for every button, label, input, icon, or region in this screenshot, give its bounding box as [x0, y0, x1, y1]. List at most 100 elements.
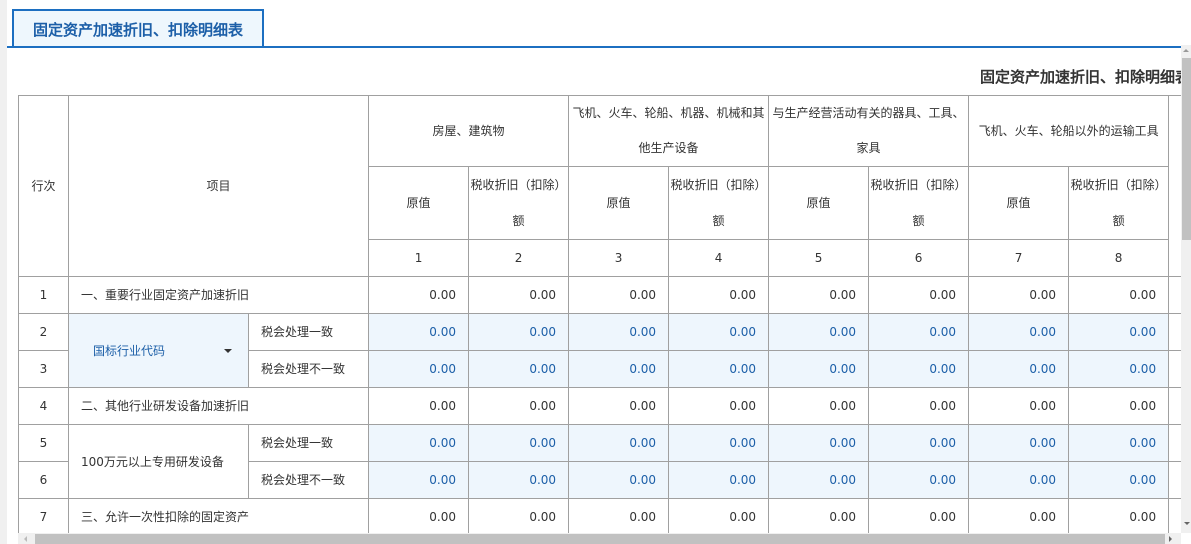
value-cell: 0.00	[468, 276, 570, 314]
value-cell: 0.00	[868, 276, 970, 314]
row-number: 4	[18, 387, 69, 425]
tab-fixed-asset-depreciation[interactable]: 固定资产加速折旧、扣除明细表	[12, 9, 264, 48]
row-number: 6	[18, 461, 69, 499]
value-input[interactable]: 0.00	[768, 350, 870, 388]
value-input[interactable]: 0.00	[868, 350, 970, 388]
scroll-down-arrow-icon[interactable]	[1184, 522, 1190, 525]
value-input[interactable]: 0.00	[668, 313, 770, 351]
header-item: 项目	[67, 95, 370, 277]
extra-cell	[1168, 387, 1181, 425]
value-cell: 0.00	[568, 276, 670, 314]
vertical-scroll-thumb[interactable]	[1182, 58, 1191, 240]
header-col-number: 1	[368, 239, 470, 277]
table-row: 1 一、重要行业固定资产加速折旧 0.00 0.00 0.00 0.00 0.00 0.00 0…	[18, 276, 1181, 314]
group-label: 100万元以上专用研发设备	[81, 454, 224, 469]
header-tax-depreciation: 税收折旧（扣除）额	[468, 166, 570, 240]
horizontal-scroll-thumb[interactable]	[35, 534, 1165, 544]
header-col-number: 3	[568, 239, 670, 277]
extra-cell	[1168, 313, 1181, 351]
value-input[interactable]: 0.00	[768, 424, 870, 462]
value-input[interactable]: 0.00	[768, 461, 870, 499]
header-group: 与生产经营活动有关的器具、工具、家具	[768, 95, 970, 167]
table-row: 5 100万元以上专用研发设备 税会处理一致 0.00 0.00 0.00 0.00 0.00…	[18, 424, 1181, 499]
value-cell: 0.00	[668, 276, 770, 314]
row-label: 二、其他行业研发设备加速折旧	[67, 387, 370, 425]
header-col-number: 6	[868, 239, 970, 277]
value-cell: 0.00	[668, 498, 770, 533]
header-col-number: 7	[968, 239, 1070, 277]
value-input[interactable]: 0.00	[668, 461, 770, 499]
extra-cell	[1168, 424, 1181, 462]
value-input[interactable]: 0.00	[368, 461, 470, 499]
value-input[interactable]: 0.00	[1068, 350, 1170, 388]
industry-code-dropdown[interactable]: 国标行业代码	[68, 313, 249, 388]
value-input[interactable]: 0.00	[668, 424, 770, 462]
table-title: 固定资产加速折旧、扣除明细表	[980, 68, 1181, 86]
value-cell: 0.00	[1068, 276, 1170, 314]
header-col-number: 2	[468, 239, 570, 277]
value-cell: 0.00	[368, 387, 470, 425]
scroll-up-arrow-icon[interactable]	[1183, 49, 1189, 52]
value-cell: 0.00	[368, 498, 470, 533]
value-input[interactable]: 0.00	[968, 424, 1070, 462]
header-tax-depreciation: 税收折旧（扣除）额	[868, 166, 970, 240]
value-cell: 0.00	[768, 276, 870, 314]
value-input[interactable]: 0.00	[1068, 424, 1170, 462]
value-input[interactable]: 0.00	[468, 461, 570, 499]
value-cell: 0.00	[668, 387, 770, 425]
value-input[interactable]: 0.00	[1068, 461, 1170, 499]
value-input[interactable]: 0.00	[468, 424, 570, 462]
table-row: 2 国标行业代码 税会处理一致 0.00 0.00 0.00 0.00 0.00 0.00 0.0…	[18, 313, 1181, 388]
value-input[interactable]: 0.00	[468, 313, 570, 351]
header-col-number: 4	[668, 239, 770, 277]
table-container: 行次 项目 房屋、建筑物 飞机、火车、轮船、机器、机械和其他生产设备 与生产经营活动有关…	[18, 95, 1181, 533]
row-number: 2	[18, 313, 69, 351]
value-input[interactable]: 0.00	[368, 313, 470, 351]
header-tax-depreciation: 税收折旧（扣除）额	[1068, 166, 1170, 240]
row-number: 7	[18, 498, 69, 533]
value-cell: 0.00	[1068, 387, 1170, 425]
row-label: 三、允许一次性扣除的固定资产	[67, 498, 370, 533]
row-sub-label: 税会处理一致	[247, 313, 370, 351]
value-cell: 0.00	[368, 276, 470, 314]
value-cell: 0.00	[868, 498, 970, 533]
value-input[interactable]: 0.00	[1068, 313, 1170, 351]
scroll-right-arrow-icon[interactable]	[1169, 536, 1172, 542]
extra-cell	[1168, 276, 1181, 314]
value-cell: 0.00	[568, 387, 670, 425]
value-input[interactable]: 0.00	[968, 350, 1070, 388]
value-input[interactable]: 0.00	[568, 313, 670, 351]
row-number: 3	[18, 350, 69, 388]
scroll-left-arrow-icon[interactable]	[24, 536, 27, 542]
value-input[interactable]: 0.00	[868, 424, 970, 462]
value-cell: 0.00	[768, 498, 870, 533]
header-tax-depreciation: 税收折旧（扣除）额	[668, 166, 770, 240]
value-input[interactable]: 0.00	[868, 461, 970, 499]
value-input[interactable]: 0.00	[368, 350, 470, 388]
row-sub-label: 税会处理一致	[247, 424, 370, 462]
value-cell: 0.00	[568, 498, 670, 533]
group-label: 国标行业代码	[93, 343, 166, 358]
value-input[interactable]: 0.00	[368, 424, 470, 462]
header-col-number: 8	[1068, 239, 1170, 277]
header-group: 飞机、火车、轮船以外的运输工具	[968, 95, 1170, 167]
caret-down-icon	[224, 348, 232, 353]
value-cell: 0.00	[968, 276, 1070, 314]
value-input[interactable]: 0.00	[968, 461, 1070, 499]
header-col-number: 5	[768, 239, 870, 277]
value-input[interactable]: 0.00	[568, 424, 670, 462]
value-cell: 0.00	[468, 498, 570, 533]
value-input[interactable]: 0.00	[868, 313, 970, 351]
value-input[interactable]: 0.00	[968, 313, 1070, 351]
value-input[interactable]: 0.00	[568, 461, 670, 499]
value-input[interactable]: 0.00	[768, 313, 870, 351]
value-input[interactable]: 0.00	[568, 350, 670, 388]
tab-underline	[7, 46, 1191, 48]
value-input[interactable]: 0.00	[468, 350, 570, 388]
left-strip	[0, 0, 7, 544]
header-row-no: 行次	[18, 95, 69, 277]
row-group-label: 100万元以上专用研发设备	[68, 424, 249, 499]
row-sub-label: 税会处理不一致	[247, 350, 370, 388]
header-group: 飞机、火车、轮船、机器、机械和其他生产设备	[568, 95, 770, 167]
value-input[interactable]: 0.00	[668, 350, 770, 388]
